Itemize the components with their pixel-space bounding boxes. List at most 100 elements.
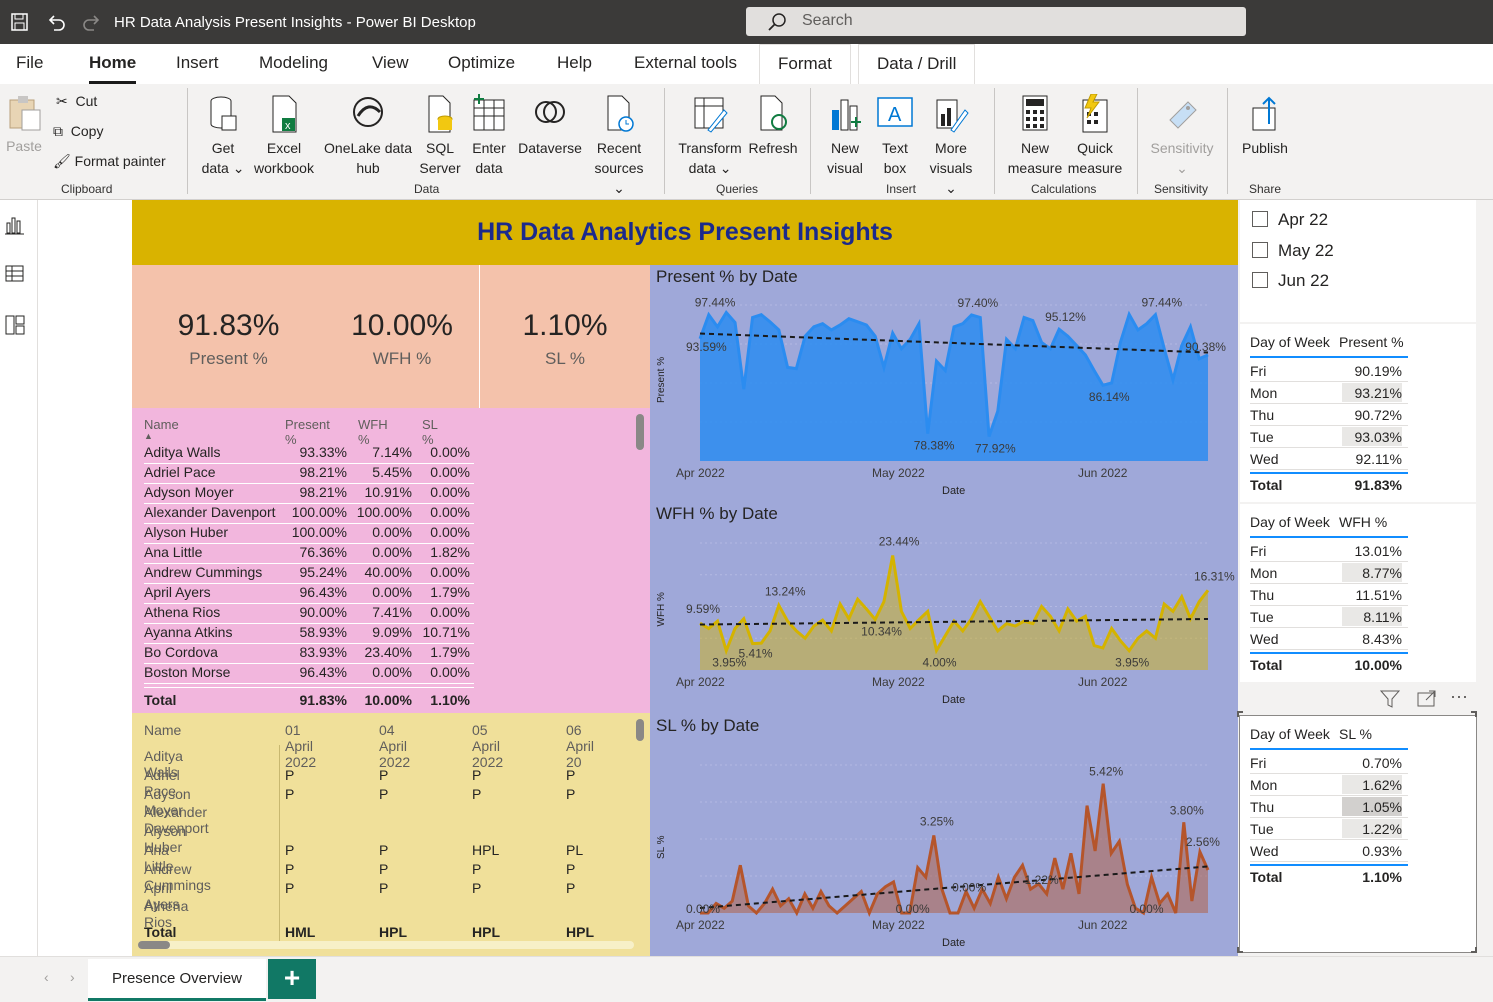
refresh-button[interactable]: Refresh — [746, 94, 800, 158]
checkbox-icon[interactable] — [1252, 242, 1268, 258]
table-view-icon[interactable] — [5, 264, 25, 284]
model-view-icon[interactable] — [5, 314, 25, 336]
col-name[interactable]: Name — [144, 417, 179, 432]
col-measure[interactable]: SL % — [1339, 726, 1372, 742]
slicer-item-jun[interactable]: Jun 22 — [1252, 271, 1329, 291]
menu-modeling[interactable]: Modeling — [259, 53, 328, 73]
menu-home[interactable]: Home — [89, 53, 137, 84]
table-row[interactable]: Bo Cordova 83.93% 23.40% 1.79% — [144, 644, 474, 664]
menu-format[interactable]: Format — [759, 44, 851, 84]
col-name[interactable]: Name — [144, 722, 181, 738]
focus-mode-icon[interactable] — [1417, 690, 1437, 713]
resize-handle[interactable] — [1237, 947, 1243, 953]
format-painter-button[interactable]: 🖌 Format painter — [53, 153, 166, 170]
new-measure-button[interactable]: New measure — [1004, 94, 1066, 178]
menu-optimize[interactable]: Optimize — [448, 53, 515, 73]
excel-workbook-button[interactable]: x Excel workbook — [250, 94, 318, 178]
table-row[interactable]: Aditya Walls 93.33% 7.14% 0.00% — [144, 444, 474, 464]
undo-icon[interactable] — [46, 12, 66, 32]
kpi-card-sl[interactable]: 1.10% SL % — [480, 265, 650, 408]
table-row[interactable]: Adriel Pace 98.21% 5.45% 0.00% — [144, 464, 474, 484]
table-row[interactable]: Mon 1.62% — [1250, 774, 1408, 796]
menu-external-tools[interactable]: External tools — [634, 53, 737, 73]
col-sl[interactable]: SL % — [422, 417, 437, 447]
more-options-icon[interactable]: ⋯ — [1450, 687, 1468, 708]
dow-wfh-table[interactable]: Day of Week WFH % Fri 13.01% Mon 8.77% Thu 11.5… — [1240, 504, 1476, 682]
dow-sl-table[interactable]: Day of Week SL % Fri 0.70% Mon 1.62% Thu 1.05% T… — [1239, 715, 1477, 953]
next-page-icon[interactable]: › — [70, 969, 75, 985]
employee-rates-table[interactable]: Name Present % WFH % SL % ▲ Aditya Walls… — [132, 408, 650, 713]
table-row[interactable]: Thu 90.72% — [1250, 404, 1408, 426]
menu-help[interactable]: Help — [557, 53, 592, 73]
table-row[interactable]: Mon 8.77% — [1250, 562, 1408, 584]
col-date-3[interactable]: 05 April 2022 — [472, 722, 503, 770]
more-visuals-button[interactable]: More visuals ⌄ — [922, 94, 980, 198]
table-row[interactable]: Ana Little 76.36% 0.00% 1.82% — [144, 544, 474, 564]
attendance-matrix[interactable]: Name 01 April 2022 04 April 2022 05 Apri… — [132, 713, 650, 956]
table-row[interactable]: Alexander Davenport 100.00% 100.00% 0.00% — [144, 504, 474, 524]
table-row[interactable]: Thu 1.05% — [1250, 796, 1408, 818]
col-wfh[interactable]: WFH % — [358, 417, 388, 447]
table-row[interactable]: Wed 0.93% — [1250, 840, 1408, 862]
dataverse-button[interactable]: Dataverse — [516, 94, 584, 158]
paste-button[interactable]: Paste — [4, 92, 44, 156]
table-row[interactable]: Tue 1.22% — [1250, 818, 1408, 840]
prev-page-icon[interactable]: ‹ — [44, 969, 49, 985]
col-measure[interactable]: Present % — [1339, 334, 1404, 350]
quick-measure-button[interactable]: Quick measure — [1066, 94, 1124, 178]
onelake-button[interactable]: OneLake data hub — [320, 94, 416, 178]
charts-svg[interactable]: 97.44% 93.59% 78.38% 97.40% 77.92% 95.12% 86.1… — [650, 265, 1238, 956]
table-row[interactable]: Adyson Moyer 98.21% 10.91% 0.00% — [144, 484, 474, 504]
col-measure[interactable]: WFH % — [1339, 514, 1387, 530]
table-row[interactable]: Ayanna Atkins 58.93% 9.09% 10.71% — [144, 624, 474, 644]
resize-handle[interactable] — [1471, 711, 1477, 717]
col-day[interactable]: Day of Week — [1250, 726, 1330, 742]
horizontal-scrollbar[interactable] — [138, 941, 170, 949]
table-row[interactable]: Thu 11.51% — [1250, 584, 1408, 606]
col-present[interactable]: Present % — [285, 417, 330, 447]
table-row[interactable]: Athena Rios 90.00% 7.41% 0.00% — [144, 604, 474, 624]
menu-data-drill[interactable]: Data / Drill — [858, 44, 976, 84]
new-visual-button[interactable]: New visual — [822, 94, 868, 178]
copy-button[interactable]: ⧉ Copy — [53, 123, 103, 140]
resize-handle[interactable] — [1471, 947, 1477, 953]
page-tab-presence-overview[interactable]: Presence Overview — [88, 959, 266, 1001]
text-box-button[interactable]: A Text box — [872, 94, 918, 178]
table-row[interactable]: Andrew Cummings 95.24% 40.00% 0.00% — [144, 564, 474, 584]
table-row[interactable]: Wed 92.11% — [1250, 448, 1408, 470]
menu-view[interactable]: View — [372, 53, 409, 73]
sensitivity-button[interactable]: Sensitivity ⌄ — [1146, 94, 1218, 178]
col-date-4[interactable]: 06 April 20 — [566, 722, 594, 770]
table-row[interactable]: Mon 93.21% — [1250, 382, 1408, 404]
table-row[interactable]: Alyson Huber 100.00% 0.00% 0.00% — [144, 524, 474, 544]
table-row[interactable]: Tue 8.11% — [1250, 606, 1408, 628]
get-data-button[interactable]: Get data ⌄ — [200, 94, 246, 178]
resize-handle[interactable] — [1237, 711, 1243, 717]
checkbox-icon[interactable] — [1252, 211, 1268, 227]
enter-data-button[interactable]: Enter data — [466, 94, 512, 178]
recent-sources-button[interactable]: Recent sources ⌄ — [588, 94, 650, 198]
redo-icon[interactable] — [82, 12, 102, 32]
menu-insert[interactable]: Insert — [176, 53, 219, 73]
slicer-item-may[interactable]: May 22 — [1252, 241, 1334, 261]
report-view-icon[interactable] — [5, 215, 25, 235]
transform-data-button[interactable]: Transform data ⌄ — [676, 94, 744, 178]
table-row[interactable]: April Ayers 96.43% 0.00% 1.79% — [144, 584, 474, 604]
table-row[interactable]: Tue 93.03% — [1250, 426, 1408, 448]
checkbox-icon[interactable] — [1252, 272, 1268, 288]
cut-button[interactable]: ✂ Cut — [56, 93, 97, 110]
col-date-2[interactable]: 04 April 2022 — [379, 722, 410, 770]
dow-present-table[interactable]: Day of Week Present % Fri 90.19% Mon 93.21% Th… — [1240, 324, 1476, 502]
col-date-1[interactable]: 01 April 2022 — [285, 722, 316, 770]
col-day[interactable]: Day of Week — [1250, 334, 1330, 350]
sql-server-button[interactable]: SQL Server — [418, 94, 462, 178]
filter-icon[interactable] — [1379, 690, 1401, 713]
vertical-scrollbar[interactable] — [636, 719, 644, 741]
menu-file[interactable]: File — [16, 53, 43, 73]
slicer-item-apr[interactable]: Apr 22 — [1252, 210, 1328, 230]
scrollbar-thumb[interactable] — [636, 414, 644, 450]
col-day[interactable]: Day of Week — [1250, 514, 1330, 530]
table-row[interactable]: Fri 13.01% — [1250, 540, 1408, 562]
publish-button[interactable]: Publish — [1236, 94, 1294, 158]
table-row[interactable]: Fri 90.19% — [1250, 360, 1408, 382]
